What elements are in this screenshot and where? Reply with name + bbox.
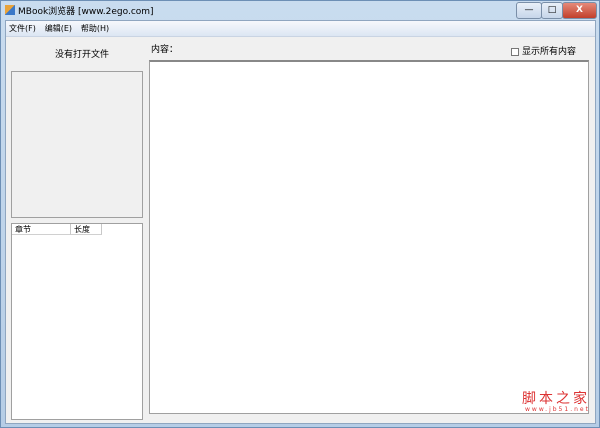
cover-panel	[11, 71, 143, 218]
checkbox-box[interactable]	[511, 47, 519, 56]
app-icon	[5, 5, 15, 15]
window-title: MBook浏览器 [www.2ego.com]	[18, 7, 154, 17]
menu-bar: 文件(F) 编辑(E) 帮助(H)	[6, 21, 595, 37]
client-area: 文件(F) 编辑(E) 帮助(H) 没有打开文件 章节 长度 内容： 显示所有内…	[5, 20, 596, 424]
maximize-button[interactable]: □	[541, 2, 563, 19]
file-status: 没有打开文件	[55, 50, 110, 60]
menu-edit[interactable]: 编辑(E)	[42, 21, 75, 36]
menu-help[interactable]: 帮助(H)	[78, 21, 112, 36]
content-textarea[interactable]	[149, 60, 589, 414]
column-chapter[interactable]: 章节	[12, 224, 71, 235]
column-length[interactable]: 长度	[71, 224, 102, 235]
content-label: 内容：	[151, 45, 179, 55]
show-all-checkbox[interactable]: 显示所有内容	[511, 44, 576, 57]
main-window: MBook浏览器 [www.2ego.com] — □ X 文件(F) 编辑(E…	[0, 0, 600, 428]
title-bar: MBook浏览器 [www.2ego.com] — □ X	[1, 1, 599, 20]
watermark-logo: 脚本之家	[522, 391, 590, 407]
menu-file[interactable]: 文件(F)	[6, 21, 39, 36]
chapter-list[interactable]: 章节 长度	[11, 223, 143, 420]
show-all-label: 显示所有内容	[522, 47, 577, 57]
minimize-button[interactable]: —	[516, 2, 542, 19]
close-button[interactable]: X	[562, 2, 597, 19]
watermark-url: www.jb51.net	[525, 406, 590, 413]
